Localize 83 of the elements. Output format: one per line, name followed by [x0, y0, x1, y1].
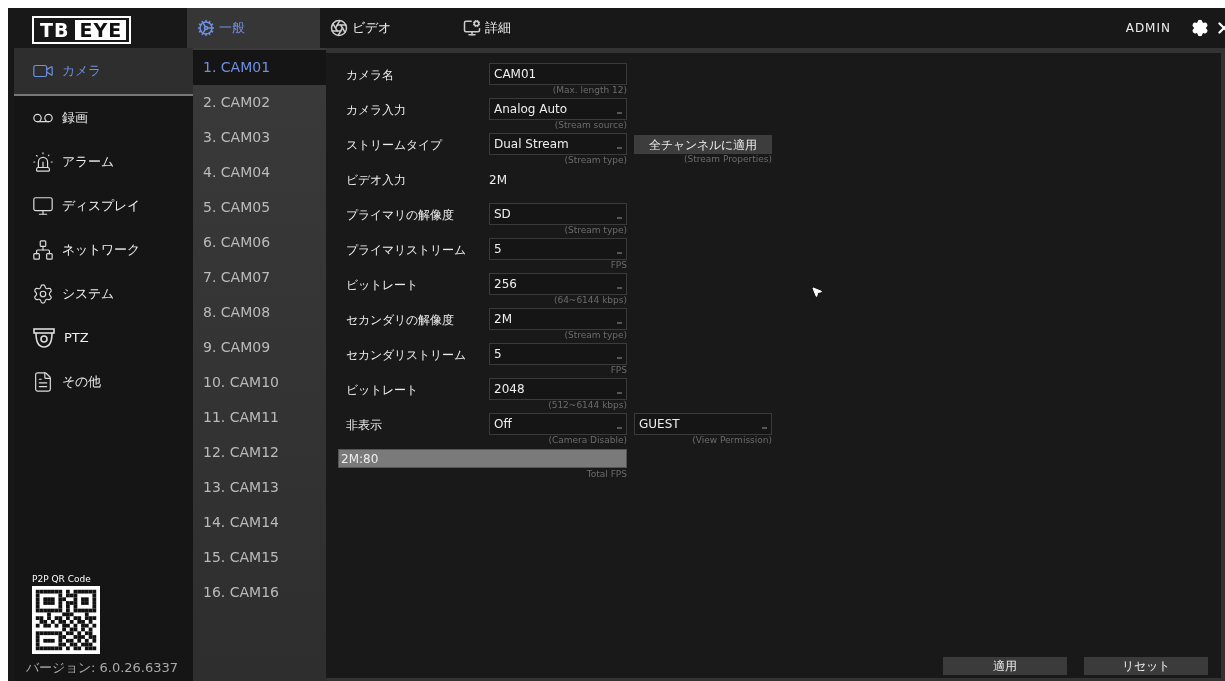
camera-item[interactable]: 16. CAM16 — [193, 575, 326, 610]
reset-button[interactable]: リセット — [1084, 657, 1208, 675]
logo: TB EYE — [32, 16, 132, 44]
total-fps-bar: 2M:80 — [338, 449, 627, 468]
qr-code-icon — [32, 586, 100, 654]
dropdown[interactable]: Analog Auto — [489, 98, 627, 120]
field-hint: (Stream type) — [564, 155, 627, 166]
field-hint: (Camera Disable) — [548, 435, 627, 446]
camera-item[interactable]: 9. CAM09 — [193, 330, 326, 365]
mouse-cursor-icon — [811, 286, 823, 298]
sidebar-item[interactable]: カメラ — [14, 48, 193, 96]
user-name: ADMIN — [1125, 20, 1171, 37]
version-text: バージョン: 6.0.26.6337 — [26, 660, 180, 675]
qr-label: P2P QR Code — [32, 572, 92, 586]
tab-icon — [330, 19, 348, 37]
sidebar-item[interactable]: その他 — [14, 360, 193, 404]
gear-icon — [32, 283, 54, 305]
camera-item[interactable]: 6. CAM06 — [193, 225, 326, 260]
sidebar-item[interactable]: ディスプレイ — [14, 184, 193, 228]
sidebar-item[interactable]: PTZ — [14, 316, 193, 360]
field-hint: (64~6144 kbps) — [553, 295, 627, 306]
camera-item[interactable]: 2. CAM02 — [193, 85, 326, 120]
dropdown[interactable]: SD — [489, 203, 627, 225]
field-label: カメラ入力 — [345, 102, 407, 119]
siren-icon — [32, 151, 54, 173]
field-hint: (Stream Properties) — [684, 154, 772, 165]
field-label: ビットレート — [345, 277, 419, 294]
field-label: セカンダリの解像度 — [345, 312, 455, 329]
sidebar-item[interactable]: 録画 — [14, 96, 193, 140]
camera-item[interactable]: 15. CAM15 — [193, 540, 326, 575]
network-icon — [32, 239, 54, 261]
camera-item[interactable]: 3. CAM03 — [193, 120, 326, 155]
tab-icon — [197, 19, 215, 37]
apply-button[interactable]: 適用 — [943, 657, 1067, 675]
field-hint: (512~6144 kbps) — [548, 400, 627, 411]
tab-icon — [463, 19, 481, 37]
field-label: ビデオ入力 — [345, 172, 407, 189]
tab[interactable]: ビデオ — [320, 8, 453, 48]
field-hint: FPS — [610, 260, 627, 271]
tab[interactable]: 一般 — [187, 8, 320, 48]
camera-item[interactable]: 5. CAM05 — [193, 190, 326, 225]
field-hint: (Stream source) — [554, 120, 627, 131]
document-icon — [32, 371, 54, 393]
dropdown[interactable]: GUEST — [634, 413, 772, 435]
field-label: 非表示 — [345, 417, 383, 434]
dropdown[interactable]: 256 — [489, 273, 627, 295]
field-label: プライマリストリーム — [345, 242, 467, 259]
camera-item[interactable]: 10. CAM10 — [193, 365, 326, 400]
camera-item[interactable]: 12. CAM12 — [193, 435, 326, 470]
monitor-icon — [32, 195, 54, 217]
dropdown[interactable]: 2048 — [489, 378, 627, 400]
camera-item[interactable]: 13. CAM13 — [193, 470, 326, 505]
field-label: カメラ名 — [345, 67, 395, 84]
field-hint: Total FPS — [586, 468, 627, 481]
camera-item[interactable]: 11. CAM11 — [193, 400, 326, 435]
camera-item[interactable]: 8. CAM08 — [193, 295, 326, 330]
apply-all-button[interactable]: 全チャンネルに適用 — [634, 135, 772, 154]
dome-camera-icon — [32, 327, 56, 349]
sidebar-item[interactable]: アラーム — [14, 140, 193, 184]
camera-item[interactable]: 4. CAM04 — [193, 155, 326, 190]
field-label: ストリームタイプ — [345, 137, 444, 154]
dropdown[interactable]: 5 — [489, 238, 627, 260]
field-hint: (Stream type) — [564, 225, 627, 236]
field-hint: FPS — [610, 365, 627, 376]
sidebar-item[interactable]: ネットワーク — [14, 228, 193, 272]
dropdown[interactable]: 2M — [489, 308, 627, 330]
camera-item[interactable]: 14. CAM14 — [193, 505, 326, 540]
field-hint: (View Permission) — [692, 435, 772, 446]
camera-item[interactable]: 1. CAM01 — [193, 50, 326, 85]
input-field[interactable]: CAM01 — [489, 63, 627, 85]
dropdown[interactable]: Off — [489, 413, 627, 435]
sidebar-item[interactable]: システム — [14, 272, 193, 316]
field-hint: (Max. length 12) — [552, 85, 627, 96]
field-value: 2M — [489, 172, 507, 189]
settings-icon[interactable] — [1191, 19, 1209, 37]
field-label: ビットレート — [345, 382, 419, 399]
tab[interactable]: 詳細 — [453, 8, 586, 48]
field-label: プライマリの解像度 — [345, 207, 455, 224]
camera-item[interactable]: 7. CAM07 — [193, 260, 326, 295]
dropdown[interactable]: 5 — [489, 343, 627, 365]
field-hint: (Stream type) — [564, 330, 627, 341]
field-label: セカンダリストリーム — [345, 347, 467, 364]
dropdown[interactable]: Dual Stream — [489, 133, 627, 155]
